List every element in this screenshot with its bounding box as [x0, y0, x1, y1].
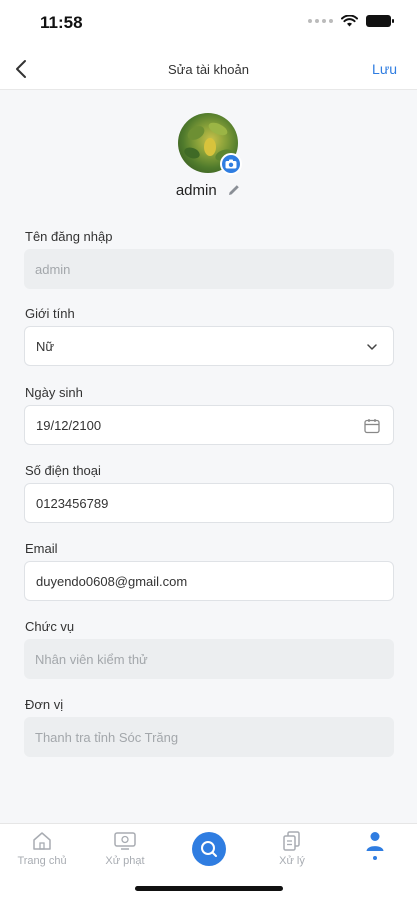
- page-title: Sửa tài khoản: [168, 62, 249, 77]
- search-icon: [201, 841, 217, 857]
- camera-icon[interactable]: [220, 153, 242, 175]
- position-label: Chức vụ: [25, 619, 75, 634]
- pencil-icon[interactable]: [227, 183, 241, 197]
- status-time: 11:58: [40, 13, 83, 32]
- nav-item-process[interactable]: Xử lý: [257, 830, 327, 867]
- save-button[interactable]: Lưu: [372, 61, 397, 77]
- home-indicator: [135, 886, 283, 891]
- status-bar: 11:58: [0, 0, 417, 48]
- calendar-icon[interactable]: [363, 417, 381, 435]
- nav-item-profile[interactable]: [340, 830, 410, 860]
- phone-field[interactable]: 0123456789: [24, 483, 394, 523]
- status-icons: [308, 15, 394, 27]
- documents-icon: [283, 831, 300, 851]
- battery-icon: [366, 15, 394, 27]
- nav-item-penalty[interactable]: Xử phạt: [90, 830, 160, 867]
- gender-select-value: Nữ: [36, 338, 55, 354]
- active-indicator: [373, 856, 377, 860]
- gender-select[interactable]: Nữ: [24, 326, 394, 366]
- email-label: Email: [25, 541, 58, 556]
- nav-label-home: Trang chủ: [17, 855, 67, 867]
- unit-field: Thanh tra tỉnh Sóc Trăng: [24, 717, 394, 757]
- header: Sửa tài khoản Lưu: [0, 48, 417, 90]
- home-icon: [33, 832, 51, 850]
- email-field-value: duyendo0608@gmail.com: [36, 573, 188, 589]
- nav-item-home[interactable]: Trang chủ: [7, 830, 77, 867]
- unit-field-value: Thanh tra tỉnh Sóc Trăng: [35, 729, 179, 745]
- nav-label-process: Xử lý: [279, 855, 305, 867]
- birthdate-field-value: 19/12/2100: [36, 417, 102, 433]
- signal-icon: [308, 19, 333, 23]
- nav-label-penalty: Xử phạt: [105, 855, 145, 867]
- phone-label: Số điện thoại: [25, 463, 101, 478]
- username-label: Tên đăng nhập: [25, 229, 113, 244]
- phone-field-value: 0123456789: [36, 495, 109, 511]
- username-field-value: admin: [35, 261, 71, 277]
- user-icon: [366, 832, 384, 851]
- position-field-value: Nhân viên kiểm thử: [35, 651, 148, 667]
- position-field: Nhân viên kiểm thử: [24, 639, 394, 679]
- birthdate-label: Ngày sinh: [25, 385, 83, 400]
- username: admin: [175, 182, 217, 199]
- unit-label: Đơn vị: [25, 697, 64, 712]
- avatar-container[interactable]: [178, 113, 242, 175]
- birthdate-field[interactable]: 19/12/2100: [24, 405, 394, 445]
- username-field: admin: [24, 249, 394, 289]
- wifi-icon: [341, 15, 358, 27]
- email-field[interactable]: duyendo0608@gmail.com: [24, 561, 394, 601]
- gender-label: Giới tính: [25, 306, 75, 321]
- search-button[interactable]: [192, 832, 226, 866]
- username-row: admin: [0, 182, 417, 200]
- chevron-down-icon: [367, 344, 377, 350]
- monitor-icon: [114, 832, 136, 850]
